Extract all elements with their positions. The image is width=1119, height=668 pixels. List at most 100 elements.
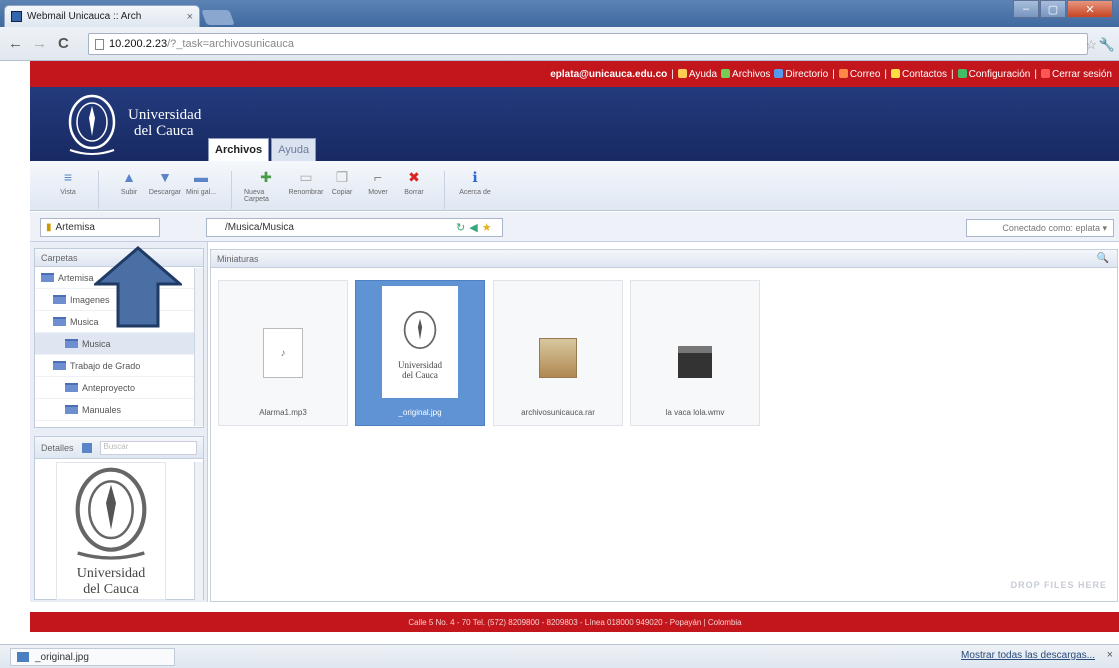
image-file-icon (17, 652, 29, 662)
folder-label: Artemisa (58, 272, 94, 283)
url-input[interactable]: 10.200.2.23/?_task=archivosunicauca (88, 33, 1088, 55)
delete-button[interactable]: ✖ Borrar (396, 169, 432, 196)
new-folder-button[interactable]: ✚ Nueva Carpeta (244, 169, 288, 203)
search-icon[interactable]: 🔍 (1097, 253, 1109, 264)
topbar-link-archivos[interactable]: Archivos (721, 68, 770, 80)
back-arrow-icon[interactable]: ← (8, 35, 23, 52)
university-name: Universidad del Cauca (128, 107, 202, 139)
mini-gallery-button[interactable]: ▬ Mini gal... (183, 169, 219, 196)
details-search-icon (81, 442, 92, 453)
topbar-link-configuracion[interactable]: Configuración (957, 68, 1030, 80)
file-name: archivosunicauca.rar (521, 408, 595, 417)
view-button[interactable]: ≡ Vista (50, 169, 86, 196)
rename-button[interactable]: ▭ Renombrar (288, 169, 324, 196)
refresh-icon[interactable]: ↻ (456, 221, 465, 234)
folder-label: Manuales (82, 404, 122, 415)
browser-tab[interactable]: Webmail Unicauca :: Arch × (4, 5, 200, 27)
help-icon (677, 68, 687, 78)
file-name: _original.jpg (398, 408, 442, 417)
folder-tree-item[interactable]: Musica (35, 333, 203, 355)
window-controls: – ▢ ✕ (1013, 0, 1113, 18)
details-scrollbar[interactable] (194, 462, 203, 600)
page-footer: Calle 5 No. 4 - 70 Tel. (572) 8209800 - … (30, 612, 1119, 632)
topbar-link-ayuda[interactable]: Ayuda (677, 68, 717, 80)
move-icon: ⌐ (373, 169, 383, 185)
topbar-link-contactos[interactable]: Contactos (891, 68, 947, 80)
file-tile[interactable]: archivosunicauca.rar (493, 280, 623, 426)
address-bar-area: ← → C 10.200.2.23/?_task=archivosunicauc… (0, 27, 1119, 61)
move-button[interactable]: ⌐ Mover (360, 169, 396, 196)
file-tile-selected[interactable]: Universidad del Cauca _original.jpg (355, 280, 485, 426)
file-toolbar: ≡ Vista ▲ Subir ▼ Descargar ▬ Mini gal... ✚ N… (30, 161, 1119, 211)
download-button[interactable]: ▼ Descargar (147, 169, 183, 196)
user-email[interactable]: eplata@unicauca.edu.co (550, 69, 667, 80)
thumbnail-seal-icon (403, 310, 437, 349)
folder-tree-item[interactable]: Manuales (35, 399, 203, 421)
details-header: Detalles Buscar (35, 437, 203, 459)
folder-icon (41, 273, 54, 282)
topbar-link-correo[interactable]: Correo (838, 68, 880, 80)
download-item[interactable]: _original.jpg (10, 648, 175, 666)
delete-icon: ✖ (408, 169, 420, 185)
contacts-icon (891, 68, 900, 78)
folder-label: Anteproyecto (82, 382, 136, 393)
audio-file-icon: ♪ (263, 328, 303, 378)
folder-icon (65, 405, 78, 414)
copy-button[interactable]: ❐ Copiar (324, 169, 360, 196)
university-seal-logo (68, 94, 116, 155)
downloads-bar: _original.jpg Mostrar todas las descarga… (0, 644, 1119, 668)
folder-icon (53, 361, 66, 370)
maximize-button[interactable]: ▢ (1040, 0, 1066, 18)
details-preview: Universidad del Cauca (56, 462, 166, 600)
file-name: Alarma1.mp3 (259, 408, 307, 417)
bookmark-star-icon[interactable]: ☆ (1085, 37, 1097, 53)
details-search-input[interactable]: Buscar (99, 440, 197, 455)
folder-icon (53, 295, 66, 304)
folder-tree-item[interactable]: Anteproyecto (35, 377, 203, 399)
preview-seal-icon (75, 467, 147, 560)
path-actions: ↻ ◀ ★ (456, 221, 492, 234)
root-folder-select[interactable]: ▮ Artemisa (40, 218, 160, 237)
new-tab-button[interactable] (201, 10, 235, 25)
go-up-icon[interactable]: ◀ (469, 221, 477, 234)
path-bar: ▮ Artemisa /Musica/Musica ↻ ◀ ★ Conectad… (30, 212, 1119, 242)
drop-files-hint: DROP FILES HERE (1010, 580, 1107, 590)
folder-label: Trabajo de Grado (70, 360, 141, 371)
close-window-button[interactable]: ✕ (1067, 0, 1113, 18)
url-path: /?_task=archivosunicauca (167, 38, 295, 50)
annotation-up-arrow (94, 246, 182, 328)
preview-text: Universidad del Cauca (76, 566, 146, 597)
copy-icon: ❐ (335, 169, 349, 185)
downloads-close-icon[interactable]: × (1107, 649, 1113, 661)
folder-icon (65, 339, 78, 348)
upload-button[interactable]: ▲ Subir (111, 169, 147, 196)
topbar-link-directorio[interactable]: Directorio (774, 68, 828, 80)
file-tile[interactable]: la vaca lola.wmv (630, 280, 760, 426)
mini-gallery-icon: ▬ (194, 169, 208, 185)
wrench-menu-icon[interactable]: 🔧 (1099, 37, 1115, 53)
connected-as-dropdown[interactable]: Conectado como: eplata ▾ (966, 219, 1114, 237)
folder-tree-item[interactable]: Trabajo de Grado (35, 355, 203, 377)
reload-icon[interactable]: C (58, 35, 69, 52)
app-tabs: Archivos Ayuda (208, 138, 317, 161)
tab-ayuda[interactable]: Ayuda (271, 138, 317, 161)
file-tile[interactable]: ♪ Alarma1.mp3 (218, 280, 348, 426)
minimize-button[interactable]: – (1013, 0, 1039, 18)
file-name: la vaca lola.wmv (665, 408, 725, 417)
tab-close-icon[interactable]: × (187, 11, 193, 23)
topbar-link-cerrar-sesion[interactable]: Cerrar sesión (1040, 68, 1112, 80)
tab-archivos[interactable]: Archivos (208, 138, 270, 161)
rename-icon: ▭ (299, 169, 313, 185)
page-icon (95, 38, 104, 50)
image-thumbnail: Universidad del Cauca (382, 286, 458, 398)
folders-scrollbar[interactable] (194, 268, 203, 426)
files-icon (721, 68, 731, 78)
show-all-downloads-link[interactable]: Mostrar todas las descargas... (961, 650, 1095, 661)
info-icon: ℹ (472, 169, 478, 185)
tab-title: Webmail Unicauca :: Arch (27, 11, 142, 22)
about-button[interactable]: ℹ Acerca de (457, 169, 493, 196)
thumbnails-header: Miniaturas 🔍 (211, 250, 1117, 268)
folder-label: Musica (82, 338, 111, 349)
forward-arrow-icon[interactable]: → (32, 35, 47, 52)
new-folder-star-icon[interactable]: ★ (482, 221, 492, 234)
